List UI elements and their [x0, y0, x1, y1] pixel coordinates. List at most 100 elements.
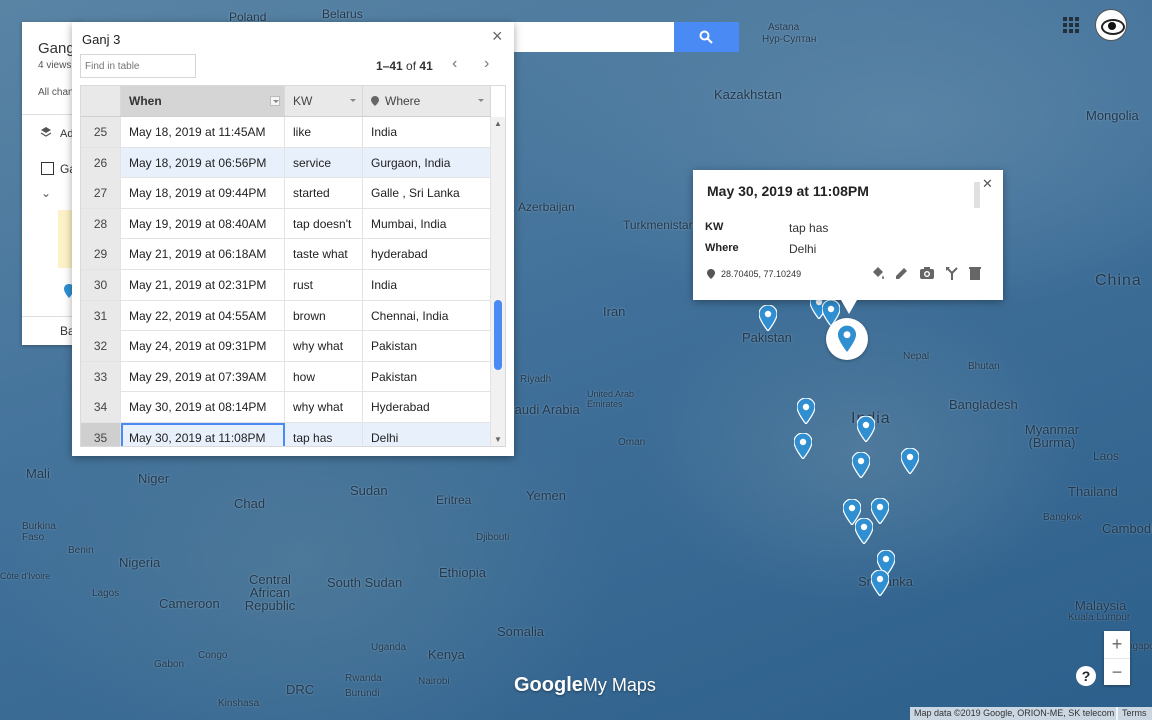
cell-kw[interactable]: service — [285, 147, 363, 178]
cell-when[interactable]: May 24, 2019 at 09:31PM — [121, 331, 285, 362]
cell-where[interactable]: hyderabad — [363, 239, 491, 270]
cell-where[interactable]: India — [363, 269, 491, 300]
map-marker[interactable] — [855, 518, 873, 544]
map-marker[interactable] — [759, 305, 777, 331]
pencil-icon[interactable] — [894, 265, 910, 281]
cell-kw[interactable]: why what — [285, 392, 363, 423]
info-card-scrollbar[interactable] — [974, 182, 980, 208]
cell-where[interactable]: Chennai, India — [363, 300, 491, 331]
map-label-kuala-lumpur: Kuala Lumpur — [1068, 612, 1131, 623]
scroll-up-icon[interactable]: ▲ — [494, 119, 502, 128]
sort-menu-icon[interactable] — [348, 96, 358, 106]
location-pin-icon — [371, 96, 379, 106]
camera-icon[interactable] — [919, 265, 935, 281]
terms-link[interactable]: Terms — [1116, 707, 1152, 720]
cell-kw[interactable]: taste what — [285, 239, 363, 270]
zoom-in-button[interactable]: + — [1104, 631, 1130, 658]
close-icon[interactable]: ✕ — [982, 176, 993, 192]
cell-when[interactable]: May 18, 2019 at 06:56PM — [121, 147, 285, 178]
cell-kw[interactable]: like — [285, 117, 363, 147]
table-row[interactable]: 26 May 18, 2019 at 06:56PM service Gurgaon,… — [81, 147, 491, 179]
trash-icon[interactable] — [967, 265, 983, 281]
table-row[interactable]: 33 May 29, 2019 at 07:39AM how Pakistan — [81, 361, 491, 393]
table-row[interactable]: 34 May 30, 2019 at 08:14PM why what Hyderab… — [81, 392, 491, 423]
eye-avatar-icon[interactable] — [1095, 9, 1127, 41]
directions-icon[interactable] — [944, 265, 960, 281]
search-button[interactable] — [674, 22, 739, 52]
map-label-mali: Mali — [26, 466, 50, 481]
cell-kw[interactable]: tap has — [285, 422, 363, 446]
map-marker[interactable] — [794, 433, 812, 459]
table-row[interactable]: 25 May 18, 2019 at 11:45AM like India — [81, 117, 491, 148]
sort-menu-icon[interactable] — [270, 96, 280, 106]
cell-kw[interactable]: rust — [285, 269, 363, 300]
cell-when[interactable]: May 30, 2019 at 11:08PM — [121, 422, 285, 446]
map-marker[interactable] — [857, 416, 875, 442]
table-row[interactable]: 28 May 19, 2019 at 08:40AM tap doesn't Mumb… — [81, 208, 491, 240]
map-marker[interactable] — [797, 398, 815, 424]
cell-kw[interactable]: tap doesn't — [285, 208, 363, 239]
map-marker[interactable] — [871, 570, 889, 596]
search-input[interactable] — [514, 22, 674, 52]
map-marker-selected[interactable] — [826, 318, 868, 360]
chevron-down-icon[interactable]: ⌄ — [41, 186, 51, 200]
paint-bucket-icon[interactable] — [870, 265, 886, 281]
table-row[interactable]: 31 May 22, 2019 at 04:55AM brown Chennai, I… — [81, 300, 491, 332]
close-icon[interactable]: × — [492, 26, 503, 47]
find-in-table-input[interactable] — [80, 54, 196, 78]
help-icon[interactable]: ? — [1076, 666, 1096, 686]
cell-when[interactable]: May 29, 2019 at 07:39AM — [121, 361, 285, 392]
map-label-nigeria: Nigeria — [119, 555, 161, 570]
map-label-chad: Chad — [234, 496, 266, 511]
sort-menu-icon[interactable] — [476, 96, 486, 106]
row-number: 33 — [81, 361, 121, 392]
column-header-when[interactable]: When — [121, 86, 285, 116]
map-label-iran: Iran — [603, 304, 626, 319]
table-row[interactable]: 30 May 21, 2019 at 02:31PM rust India — [81, 269, 491, 301]
table-scrollbar[interactable]: ▲ ▼ — [491, 117, 505, 446]
map-marker[interactable] — [852, 452, 870, 478]
layer-checkbox[interactable] — [41, 162, 54, 175]
map-marker[interactable] — [901, 448, 919, 474]
apps-grid-icon[interactable] — [1063, 17, 1079, 33]
chevron-right-icon[interactable]: › — [484, 55, 489, 73]
zoom-out-button[interactable]: − — [1104, 658, 1130, 686]
row-number: 30 — [81, 269, 121, 300]
all-changes-status: All chan — [38, 87, 74, 98]
cell-where[interactable]: Galle , Sri Lanka — [363, 178, 491, 209]
cell-kw[interactable]: started — [285, 178, 363, 209]
cell-where[interactable]: Delhi — [363, 422, 491, 446]
cell-where[interactable]: Pakistan — [363, 361, 491, 392]
cell-when[interactable]: May 30, 2019 at 08:14PM — [121, 392, 285, 423]
cell-where[interactable]: India — [363, 117, 491, 147]
map-label-yemen: Yemen — [526, 488, 566, 503]
map-label-mongolia: Mongolia — [1086, 108, 1139, 123]
chevron-left-icon[interactable]: ‹ — [452, 55, 457, 73]
cell-when[interactable]: May 22, 2019 at 04:55AM — [121, 300, 285, 331]
cell-when[interactable]: May 21, 2019 at 06:18AM — [121, 239, 285, 270]
scroll-down-icon[interactable]: ▼ — [494, 435, 502, 444]
cell-when[interactable]: May 18, 2019 at 11:45AM — [121, 117, 285, 147]
cell-where[interactable]: Pakistan — [363, 331, 491, 362]
cell-kw[interactable]: brown — [285, 300, 363, 331]
cell-where[interactable]: Hyderabad — [363, 392, 491, 423]
table-row[interactable]: 32 May 24, 2019 at 09:31PM why what Pakista… — [81, 331, 491, 362]
table-row[interactable]: 27 May 18, 2019 at 09:44PM started Galle , … — [81, 178, 491, 209]
cell-when[interactable]: May 19, 2019 at 08:40AM — [121, 208, 285, 239]
cell-kw[interactable]: how — [285, 361, 363, 392]
cell-where[interactable]: Gurgaon, India — [363, 147, 491, 178]
cell-kw[interactable]: why what — [285, 331, 363, 362]
column-header-where[interactable]: Where — [363, 86, 491, 116]
cell-when[interactable]: May 21, 2019 at 02:31PM — [121, 269, 285, 300]
map-label-somalia: Somalia — [497, 624, 544, 639]
cell-when[interactable]: May 18, 2019 at 09:44PM — [121, 178, 285, 209]
table-row-selected[interactable]: 35 May 30, 2019 at 11:08PM tap has Delhi — [81, 422, 491, 446]
map-marker[interactable] — [871, 498, 889, 524]
where-label: Where — [705, 242, 739, 254]
cell-where[interactable]: Mumbai, India — [363, 208, 491, 239]
table-row[interactable]: 29 May 21, 2019 at 06:18AM taste what hyder… — [81, 239, 491, 270]
scrollbar-thumb[interactable] — [494, 300, 502, 370]
column-header-kw[interactable]: KW — [285, 86, 363, 116]
map-label-uganda: Uganda — [371, 642, 407, 653]
map-title[interactable]: Gang — [38, 40, 75, 57]
